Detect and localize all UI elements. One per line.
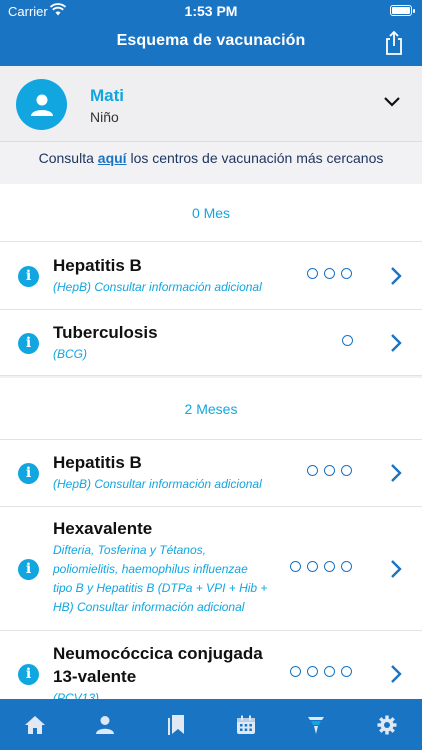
vaccine-description: (HepB) Consultar información adicional <box>53 477 262 491</box>
info-prefix: Consulta <box>38 150 98 166</box>
info-icon[interactable]: i <box>18 266 39 287</box>
section-header: 0 Mes <box>0 184 422 242</box>
vaccine-row-hepatitis-b[interactable]: i Hepatitis B (HepB) Consultar informaci… <box>0 440 422 507</box>
nav-header: Carrier 1:53 PM Esquema de vacunación <box>0 0 422 66</box>
vaccine-name: Hepatitis B <box>53 453 142 472</box>
dose-dot <box>324 561 335 572</box>
info-icon[interactable]: i <box>18 463 39 484</box>
profile-type: Niño <box>90 109 119 125</box>
vaccine-row-hepatitis-b[interactable]: i Hepatitis B (HepB) Consultar informaci… <box>0 242 422 310</box>
tab-vaccination[interactable] <box>281 699 351 750</box>
info-suffix: los centros de vacunación más cercanos <box>126 150 384 166</box>
dose-dot <box>341 666 352 677</box>
vaccine-row-tuberculosis[interactable]: i Tuberculosis (BCG) <box>0 310 422 376</box>
tab-bookmarks[interactable] <box>141 699 211 750</box>
vaccine-row-neumococcica[interactable]: i Neumocóccica conjugada 13-valente (PCV… <box>0 631 422 699</box>
dose-dot <box>307 666 318 677</box>
person-icon <box>96 715 115 734</box>
dose-indicators <box>307 268 352 279</box>
dose-dot <box>324 268 335 279</box>
home-icon <box>25 715 46 734</box>
share-icon[interactable] <box>382 30 406 56</box>
clock: 1:53 PM <box>184 3 238 19</box>
vaccine-name-line: Neumocóccica conjugada <box>53 644 263 663</box>
chevron-right-icon[interactable] <box>390 333 402 353</box>
page-title: Esquema de vacunación <box>116 32 306 49</box>
dose-dot <box>307 465 318 476</box>
chevron-down-icon[interactable] <box>382 94 402 110</box>
dose-indicators <box>290 561 352 572</box>
bookmark-icon <box>167 714 184 735</box>
dose-dot <box>341 561 352 572</box>
vaccine-icon <box>308 716 325 734</box>
vaccine-description: (BCG) <box>53 347 87 361</box>
vaccine-name: Hexavalente <box>53 519 153 538</box>
vaccine-description: (PCV13) <box>53 691 100 699</box>
dose-dot <box>290 561 301 572</box>
vaccine-list[interactable]: 0 Mes i Hepatitis B (HepB) Consultar inf… <box>0 184 422 699</box>
tab-calendar[interactable] <box>211 699 281 750</box>
dose-indicators <box>290 666 352 677</box>
section-2-meses: 2 Meses i Hepatitis B (HepB) Consultar i… <box>0 378 422 699</box>
tab-profile[interactable] <box>70 699 140 750</box>
chevron-right-icon[interactable] <box>390 266 402 286</box>
vaccine-description: (HepB) Consultar información adicional <box>53 280 262 294</box>
dose-dot <box>341 465 352 476</box>
profile-name: Mati <box>90 86 124 105</box>
dose-dot <box>324 666 335 677</box>
tab-bar <box>0 699 422 750</box>
vaccine-description-line: poliomielitis, haemophilus influenzae <box>53 562 248 576</box>
info-icon[interactable]: i <box>18 333 39 354</box>
dose-indicators <box>342 335 353 346</box>
dose-dot <box>342 335 353 346</box>
battery-icon <box>390 5 415 16</box>
chevron-right-icon[interactable] <box>390 559 402 579</box>
tab-settings[interactable] <box>352 699 422 750</box>
vaccine-row-hexavalente[interactable]: i Hexavalente Difteria, Tosferina y Téta… <box>0 507 422 631</box>
vaccine-description-line: HB) Consultar información adicional <box>53 600 245 614</box>
calendar-icon <box>237 715 256 734</box>
info-icon[interactable]: i <box>18 559 39 580</box>
vaccine-name-line: 13-valente <box>53 667 137 686</box>
dose-dot <box>307 268 318 279</box>
vaccine-name: Hepatitis B <box>53 256 142 275</box>
dose-indicators <box>307 465 352 476</box>
info-icon[interactable]: i <box>18 664 39 685</box>
chevron-right-icon[interactable] <box>390 463 402 483</box>
dose-dot <box>341 268 352 279</box>
vaccine-description-line: tipo B y Hepatitis B (DTPa + VPI + Hib + <box>53 581 268 595</box>
dose-dot <box>290 666 301 677</box>
vaccine-description-line: Difteria, Tosferina y Tétanos, <box>53 543 206 557</box>
section-header: 2 Meses <box>0 378 422 440</box>
dose-dot <box>307 561 318 572</box>
dose-dot <box>324 465 335 476</box>
gear-icon <box>377 715 397 734</box>
person-icon <box>30 94 53 116</box>
status-bar: Carrier 1:53 PM <box>0 0 422 22</box>
chevron-right-icon[interactable] <box>390 664 402 684</box>
profile-selector[interactable]: Mati Niño <box>0 66 422 142</box>
tab-home[interactable] <box>0 699 70 750</box>
avatar <box>16 79 67 130</box>
vaccination-centers-info: Consulta aquí los centros de vacunación … <box>0 150 422 166</box>
vaccine-name: Tuberculosis <box>53 323 158 342</box>
centers-link[interactable]: aquí <box>98 150 127 166</box>
section-0-mes: 0 Mes i Hepatitis B (HepB) Consultar inf… <box>0 184 422 376</box>
